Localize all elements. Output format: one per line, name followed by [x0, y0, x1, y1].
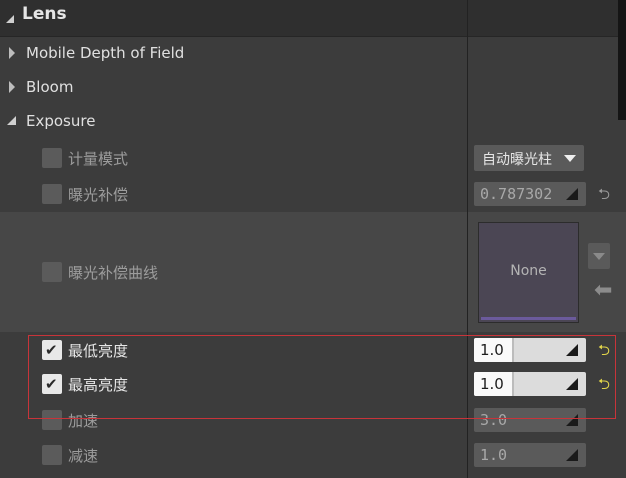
exposure-comp-field[interactable]: 0.787302	[474, 182, 586, 206]
curve-asset-thumbnail[interactable]: None	[478, 222, 579, 323]
checkmark-icon: ✔	[45, 341, 58, 359]
max-brightness-checkbox[interactable]: ✔	[42, 374, 62, 394]
category-label: Bloom	[26, 78, 74, 96]
min-brightness-label: 最低亮度	[68, 342, 129, 360]
category-label: Exposure	[26, 112, 96, 130]
field-value: 1.0	[480, 341, 504, 359]
drag-handle-icon	[566, 344, 578, 356]
max-brightness-field[interactable]: 1.0	[474, 372, 586, 396]
exposure-curve-label: 曝光补偿曲线	[68, 264, 159, 282]
collapse-arrow-icon	[6, 15, 14, 23]
drag-handle-icon	[566, 188, 578, 200]
speed-up-label: 加速	[68, 412, 99, 430]
metering-mode-label: 计量模式	[68, 150, 129, 168]
min-brightness-field[interactable]: 1.0	[474, 338, 586, 362]
section-title: Lens	[22, 4, 67, 24]
collapse-arrow-icon	[7, 116, 16, 125]
category-exposure[interactable]: Exposure	[0, 104, 467, 138]
expand-arrow-icon	[9, 81, 15, 93]
category-bloom[interactable]: Bloom	[0, 70, 467, 104]
lens-section-header[interactable]: Lens	[0, 0, 626, 37]
asset-picker-button[interactable]	[588, 243, 610, 269]
category-mobile-dof[interactable]: Mobile Depth of Field	[0, 36, 467, 70]
scrollbar[interactable]	[618, 0, 626, 120]
metering-mode-dropdown[interactable]: 自动曝光柱	[474, 145, 584, 171]
speed-up-field[interactable]: 3.0	[474, 408, 586, 432]
column-divider[interactable]	[467, 0, 468, 478]
asset-none-label: None	[510, 263, 547, 279]
asset-type-bar	[481, 317, 576, 320]
field-value: 1.0	[480, 446, 508, 464]
speed-down-field[interactable]: 1.0	[474, 443, 586, 467]
exposure-comp-label: 曝光补偿	[68, 186, 129, 204]
speed-down-checkbox[interactable]	[42, 445, 62, 465]
use-selected-arrow-icon[interactable]: ⬅	[594, 278, 612, 303]
min-brightness-checkbox[interactable]: ✔	[42, 340, 62, 360]
reset-icon[interactable]: ⮌	[598, 184, 610, 209]
checkmark-icon: ✔	[45, 375, 58, 393]
chevron-down-icon	[564, 155, 576, 162]
exposure-comp-checkbox[interactable]	[42, 184, 62, 204]
dropdown-value: 自动曝光柱	[482, 152, 552, 168]
reset-icon[interactable]: ⮌	[598, 340, 610, 365]
expand-arrow-icon	[9, 47, 15, 59]
max-brightness-label: 最高亮度	[68, 376, 129, 394]
drag-handle-icon	[566, 449, 578, 461]
metering-mode-checkbox[interactable]	[42, 148, 62, 168]
reset-icon[interactable]: ⮌	[598, 374, 610, 399]
field-value: 0.787302	[480, 185, 553, 203]
exposure-curve-checkbox[interactable]	[42, 262, 62, 282]
speed-down-label: 减速	[68, 447, 99, 465]
chevron-down-icon	[593, 253, 605, 260]
field-value: 3.0	[480, 411, 508, 429]
drag-handle-icon	[566, 414, 578, 426]
category-label: Mobile Depth of Field	[26, 44, 185, 62]
field-value: 1.0	[480, 375, 504, 393]
speed-up-checkbox[interactable]	[42, 410, 62, 430]
drag-handle-icon	[566, 378, 578, 390]
